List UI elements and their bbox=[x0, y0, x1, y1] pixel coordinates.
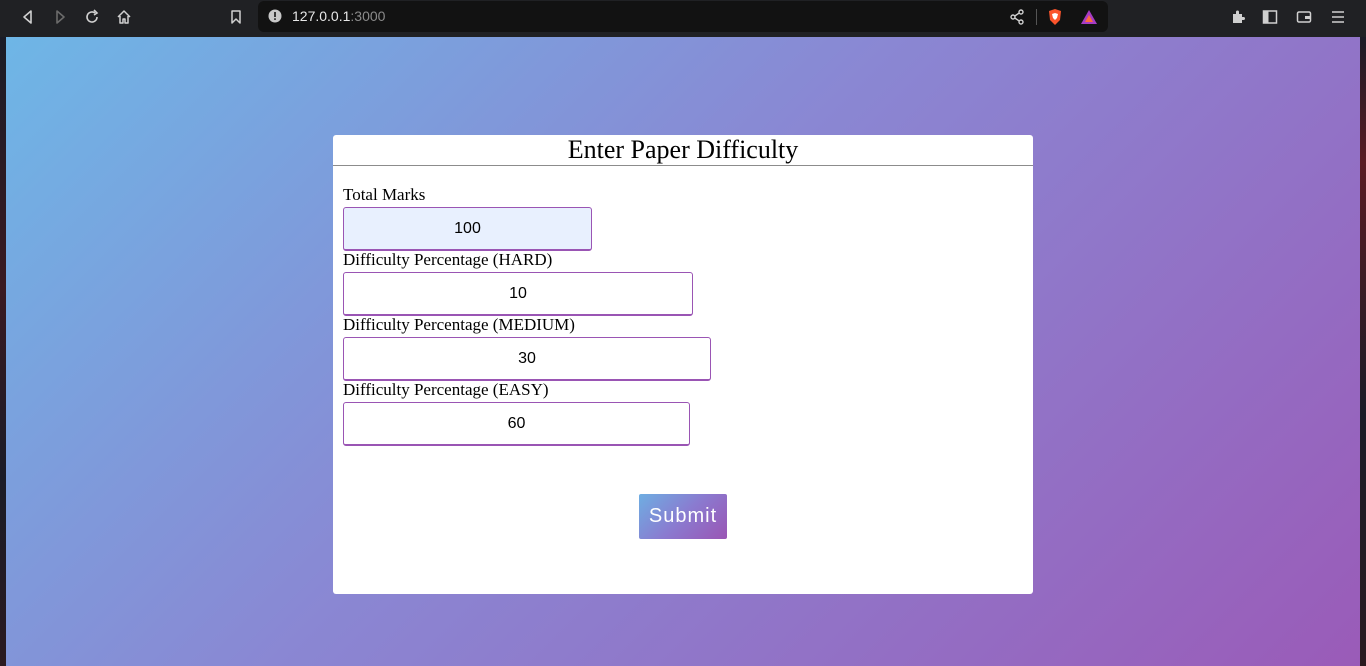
hard-percentage-label: Difficulty Percentage (HARD) bbox=[343, 250, 553, 269]
wallet-icon[interactable] bbox=[1291, 4, 1317, 30]
url-separator bbox=[1036, 9, 1037, 25]
easy-percentage-input[interactable] bbox=[343, 402, 690, 446]
submit-button[interactable]: Submit bbox=[639, 494, 727, 539]
extensions-icon[interactable] bbox=[1225, 4, 1251, 30]
brave-shields-icon[interactable] bbox=[1044, 6, 1066, 28]
menu-icon[interactable] bbox=[1325, 4, 1351, 30]
medium-percentage-label: Difficulty Percentage (MEDIUM) bbox=[343, 315, 575, 334]
brave-rewards-icon[interactable] bbox=[1078, 6, 1100, 28]
back-icon[interactable] bbox=[15, 4, 41, 30]
easy-percentage-label: Difficulty Percentage (EASY) bbox=[343, 380, 549, 399]
medium-percentage-input[interactable] bbox=[343, 337, 711, 381]
page-background: Enter Paper Difficulty Total Marks Diffi… bbox=[6, 37, 1360, 666]
reload-icon[interactable] bbox=[79, 4, 105, 30]
url-port: :3000 bbox=[350, 8, 386, 24]
total-marks-label: Total Marks bbox=[343, 185, 426, 204]
bookmark-icon[interactable] bbox=[223, 4, 249, 30]
home-icon[interactable] bbox=[111, 4, 137, 30]
window-edge-right bbox=[1360, 37, 1366, 666]
browser-toolbar: 127.0.0.1:3000 bbox=[0, 0, 1366, 37]
difficulty-form-card: Enter Paper Difficulty Total Marks Diffi… bbox=[333, 135, 1033, 594]
form-title: Enter Paper Difficulty bbox=[333, 135, 1033, 166]
site-info-icon[interactable] bbox=[268, 9, 282, 23]
sidebar-icon[interactable] bbox=[1257, 4, 1283, 30]
url-text[interactable]: 127.0.0.1:3000 bbox=[292, 8, 385, 24]
share-icon[interactable] bbox=[1006, 6, 1028, 28]
hard-percentage-input[interactable] bbox=[343, 272, 693, 316]
url-host: 127.0.0.1 bbox=[292, 8, 351, 24]
address-bar[interactable]: 127.0.0.1:3000 bbox=[258, 1, 1108, 32]
forward-icon[interactable] bbox=[47, 4, 73, 30]
total-marks-input[interactable] bbox=[343, 207, 592, 251]
